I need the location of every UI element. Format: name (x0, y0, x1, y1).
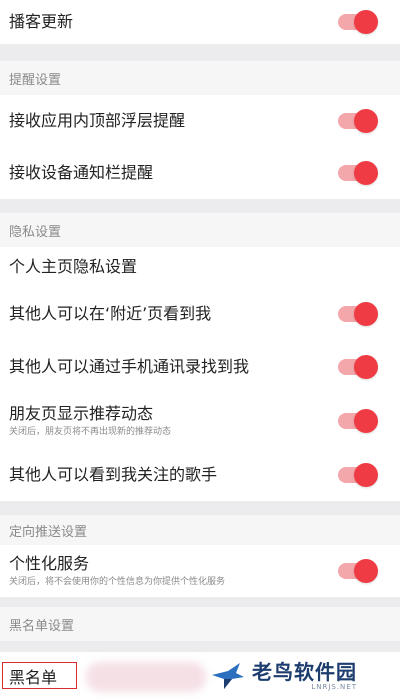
toggle-knob (354, 109, 378, 133)
blurred-area (86, 662, 206, 692)
toggle-knob (354, 10, 378, 34)
in-app-reminder-row[interactable]: 接收应用内顶部浮层提醒 (0, 95, 400, 147)
contacts-discovery-toggle[interactable] (338, 355, 378, 379)
toggle-knob (354, 463, 378, 487)
contacts-discovery-row[interactable]: 其他人可以通过手机通讯录找到我 (0, 341, 400, 393)
toggle-knob (354, 355, 378, 379)
personalized-service-label: 个性化服务 (9, 554, 90, 573)
push-header-text: 定向推送设置 (9, 524, 88, 540)
personalized-service-description: 关闭后，将不会使用你的个性信息为你提供个性化服务 (9, 577, 226, 587)
blacklist-section-header: 黑名单设置 (0, 607, 400, 641)
personalized-service-row[interactable]: 个性化服务 关闭后，将不会使用你的个性信息为你提供个性化服务 (0, 545, 400, 597)
watermark: 老鸟软件园 LNRJS.NET (210, 656, 380, 696)
followed-singers-toggle[interactable] (338, 463, 378, 487)
followed-singers-row[interactable]: 其他人可以看到我关注的歌手 (0, 449, 400, 501)
bird-logo-icon (212, 663, 244, 689)
notification-bar-reminder-label: 接收设备通知栏提醒 (9, 163, 154, 182)
podcast-update-label: 播客更新 (9, 12, 74, 31)
notification-bar-reminder-toggle[interactable] (338, 161, 378, 185)
privacy-header-text: 隐私设置 (9, 224, 62, 240)
blacklist-item-label: 黑名单 (9, 667, 58, 687)
nearby-visibility-label: 其他人可以在‘附近’页看到我 (9, 304, 212, 323)
blacklist-item[interactable]: 黑名单 (2, 662, 77, 689)
nearby-visibility-row[interactable]: 其他人可以在‘附近’页看到我 (0, 287, 400, 341)
notification-bar-reminder-row[interactable]: 接收设备通知栏提醒 (0, 147, 400, 199)
watermark-title: 老鸟软件园 (252, 660, 357, 684)
reminder-section-header: 提醒设置 (0, 61, 400, 95)
personalized-service-toggle[interactable] (338, 559, 378, 583)
blacklist-header-text: 黑名单设置 (9, 618, 75, 634)
push-section-header: 定向推送设置 (0, 515, 400, 545)
toggle-knob (354, 161, 378, 185)
toggle-knob (354, 559, 378, 583)
friend-recommend-label: 朋友页显示推荐动态 (9, 404, 154, 423)
contacts-discovery-label: 其他人可以通过手机通讯录找到我 (9, 357, 250, 376)
friend-recommend-row[interactable]: 朋友页显示推荐动态 关闭后，朋友页将不再出现新的推荐动态 (0, 393, 400, 449)
homepage-privacy-label: 个人主页隐私设置 (9, 257, 138, 276)
homepage-privacy-row[interactable]: 个人主页隐私设置 (0, 247, 400, 287)
toggle-knob (354, 409, 378, 433)
in-app-reminder-label: 接收应用内顶部浮层提醒 (9, 111, 186, 130)
privacy-section-header: 隐私设置 (0, 213, 400, 247)
watermark-url: LNRJS.NET (311, 683, 357, 691)
in-app-reminder-toggle[interactable] (338, 109, 378, 133)
toggle-knob (354, 302, 378, 326)
blacklist-row[interactable]: 黑名单 老鸟软件园 LNRJS.NET (0, 652, 400, 699)
podcast-update-row[interactable]: 播客更新 (0, 0, 400, 44)
nearby-visibility-toggle[interactable] (338, 302, 378, 326)
friend-recommend-toggle[interactable] (338, 409, 378, 433)
podcast-update-toggle[interactable] (338, 10, 378, 34)
followed-singers-label: 其他人可以看到我关注的歌手 (9, 465, 218, 484)
friend-recommend-description: 关闭后，朋友页将不再出现新的推荐动态 (9, 427, 172, 437)
reminder-header-text: 提醒设置 (9, 72, 62, 88)
